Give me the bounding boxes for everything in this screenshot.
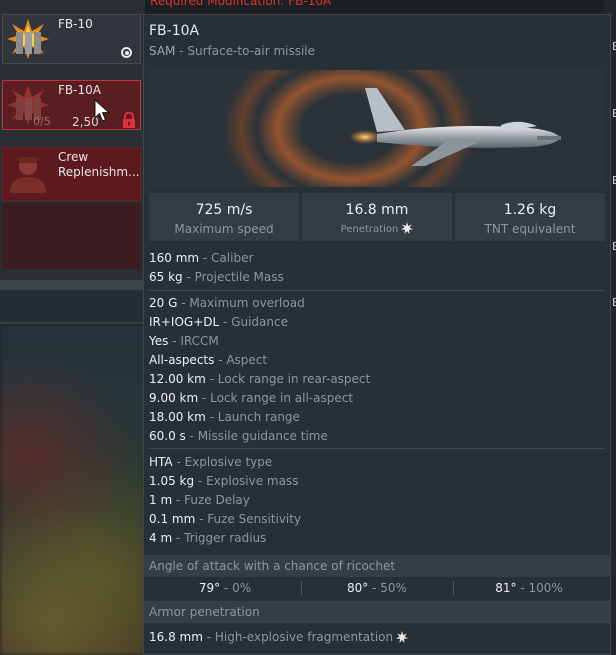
spec-row: 160 mm - Caliber [149,251,254,265]
column-letter: E [612,107,616,120]
slot-name: FB-10A [58,83,101,97]
spec-row: 1.05 kg - Explosive mass [149,474,299,488]
slot-name: Crew Replenishm... [58,150,140,179]
spec-row: 60.0 s - Missile guidance time [149,429,328,443]
weapon-info-tooltip: FB-10A SAM - Surface-to-air missile 725 … [143,14,611,655]
spec-row: Yes - IRCCM [149,334,219,348]
ricochet-cell: 80° - 50% [301,578,453,599]
spec-row: HTA - Explosive type [149,455,273,469]
divider [149,448,605,449]
ricochet-header: Angle of attack with a chance of ricoche… [144,555,610,577]
stat-penetration: 16.8 mm Penetration [302,193,452,241]
key-stats: 725 m/s Maximum speed 16.8 mm Penetratio… [149,193,605,241]
ricochet-cell: 79° - 0% [198,581,252,595]
ricochet-table: 79° - 0% 80° - 50% 81° - 100% [149,578,605,599]
armor-penetration-header: Armor penetration [144,601,610,623]
penetration-burst-icon [401,222,414,234]
required-modification-text: Required Modification: FB-10A [150,0,332,8]
stat-tnt-equivalent: 1.26 kg TNT equivalent [455,193,605,241]
spec-row: 1 m - Fuze Delay [149,493,250,507]
slot-name: FB-10 [58,17,93,31]
modification-slot-fb-10a[interactable]: FB-10A 0/5 2,50 [2,80,141,130]
mouse-cursor-icon [94,99,111,122]
crew-member-icon [10,157,46,193]
modification-slot-fb-10[interactable]: FB-10 [2,14,141,64]
ammo-count: 0/5 [33,115,51,128]
column-letter: E [612,40,616,53]
ricochet-cell: 81° - 100% [453,578,605,599]
background-scene [0,324,145,655]
column-letter: E [612,296,616,309]
spec-row: 18.00 km - Launch range [149,410,300,424]
column-letter: E [612,240,616,253]
crew-replenishment-slot[interactable]: Crew Replenishm... [2,147,141,201]
tooltip-subtitle: SAM - Surface-to-air missile [149,44,316,58]
projectile-specs: 160 mm - Caliber 65 kg - Projectile Mass [149,249,607,287]
selected-radio-icon[interactable] [121,47,132,58]
tooltip-title: FB-10A [149,23,200,39]
jet-aircraft-icon [349,88,561,166]
explosive-specs: HTA - Explosive type 1.05 kg - Explosive… [149,453,607,548]
spec-row: IR+IOG+DL - Guidance [149,315,288,329]
armor-penetration-values: 16.8 mm - High-explosive fragmentation [149,628,607,647]
divider [149,290,605,291]
guidance-specs: 20 G - Maximum overload IR+IOG+DL - Guid… [149,294,607,446]
spec-row: 16.8 mm - High-explosive fragmentation [149,628,607,647]
spec-row: All-aspects - Aspect [149,353,268,367]
missile-preview-image [149,70,605,187]
empty-slot-area [2,203,141,269]
spec-row: 65 kg - Projectile Mass [149,270,284,284]
stat-max-speed: 725 m/s Maximum speed [149,193,299,241]
spec-row: 20 G - Maximum overload [149,296,305,310]
spec-row: 9.00 km - Lock range in all-aspect [149,391,354,405]
missile-explosion-icon [7,19,49,59]
background-bar [0,290,145,322]
spec-row: 4 m - Trigger radius [149,531,267,545]
column-letter: E [612,174,616,187]
lock-icon [123,112,135,128]
spec-row: 12.00 km - Lock range in rear-aspect [149,372,371,386]
spec-row: 0.1 mm - Fuze Sensitivity [149,512,302,526]
background-divider [0,280,145,290]
penetration-burst-icon [396,631,409,643]
